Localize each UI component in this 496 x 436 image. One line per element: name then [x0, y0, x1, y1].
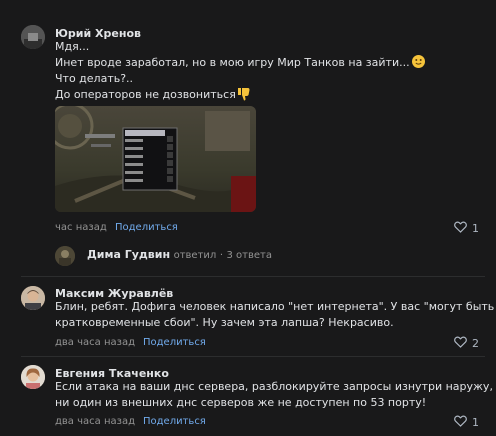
like-button[interactable]: 2 [454, 336, 479, 351]
thumbs-down-icon [237, 87, 251, 106]
comment-line: Что делать?.. [55, 72, 134, 85]
profile-photo [21, 365, 45, 389]
profile-photo [21, 25, 45, 49]
comment-line-text: Инет вроде заработал, но в мою игру Мир … [55, 56, 410, 69]
like-button[interactable]: 1 [454, 415, 479, 430]
divider [21, 276, 485, 277]
share-button[interactable]: Поделиться [143, 416, 206, 427]
comment-time[interactable]: два часа назад [55, 416, 135, 427]
reply-action: ответил [173, 250, 217, 261]
comment-line: Инет вроде заработал, но в мою игру Мир … [55, 55, 425, 71]
comment-body: Если атака на ваши днс сервера, разблоки… [55, 379, 496, 411]
comment-body: Блин, ребят. Дофига человек написало "не… [55, 299, 494, 331]
heart-icon [454, 415, 467, 430]
comment-line-text: До операторов не дозвониться [55, 88, 236, 101]
reply-count: 3 ответа [226, 250, 272, 261]
comment-line: Блин, ребят. Дофига человек написало "не… [55, 300, 495, 313]
avatar[interactable] [21, 365, 45, 389]
share-button[interactable]: Поделиться [115, 222, 178, 233]
like-button[interactable]: 1 [454, 221, 479, 236]
attached-image[interactable] [55, 106, 256, 212]
share-button[interactable]: Поделиться [143, 337, 206, 348]
like-count: 2 [472, 337, 479, 350]
game-screenshot [55, 106, 256, 212]
comment-line: Мдя... [55, 40, 90, 53]
avatar[interactable] [21, 286, 45, 310]
heart-icon [454, 336, 467, 351]
profile-photo [21, 286, 45, 310]
comment-line: ни один из внешних днс серверов же не до… [55, 396, 427, 409]
heart-icon [454, 221, 467, 236]
like-count: 1 [472, 222, 479, 235]
comment-body: Мдя... Инет вроде заработал, но в мою иг… [55, 39, 425, 106]
slightly-smiling-face-icon [411, 55, 425, 68]
reply-thread-link[interactable]: Дима Гудвин ответил · 3 ответа [87, 248, 272, 261]
comment-line: кратковременные сбои". Ну зачем эта лапш… [55, 316, 394, 329]
comment-time[interactable]: час назад [55, 222, 107, 233]
avatar[interactable] [21, 25, 45, 49]
profile-photo [55, 246, 75, 266]
reply-avatar[interactable] [55, 246, 75, 266]
comment-time[interactable]: два часа назад [55, 337, 135, 348]
comment-line: Если атака на ваши днс сервера, разблоки… [55, 380, 496, 393]
divider [21, 356, 485, 357]
comment-line: До операторов не дозвониться [55, 87, 425, 106]
reply-separator: · [219, 250, 223, 261]
like-count: 1 [472, 416, 479, 429]
reply-author: Дима Гудвин [87, 248, 171, 261]
